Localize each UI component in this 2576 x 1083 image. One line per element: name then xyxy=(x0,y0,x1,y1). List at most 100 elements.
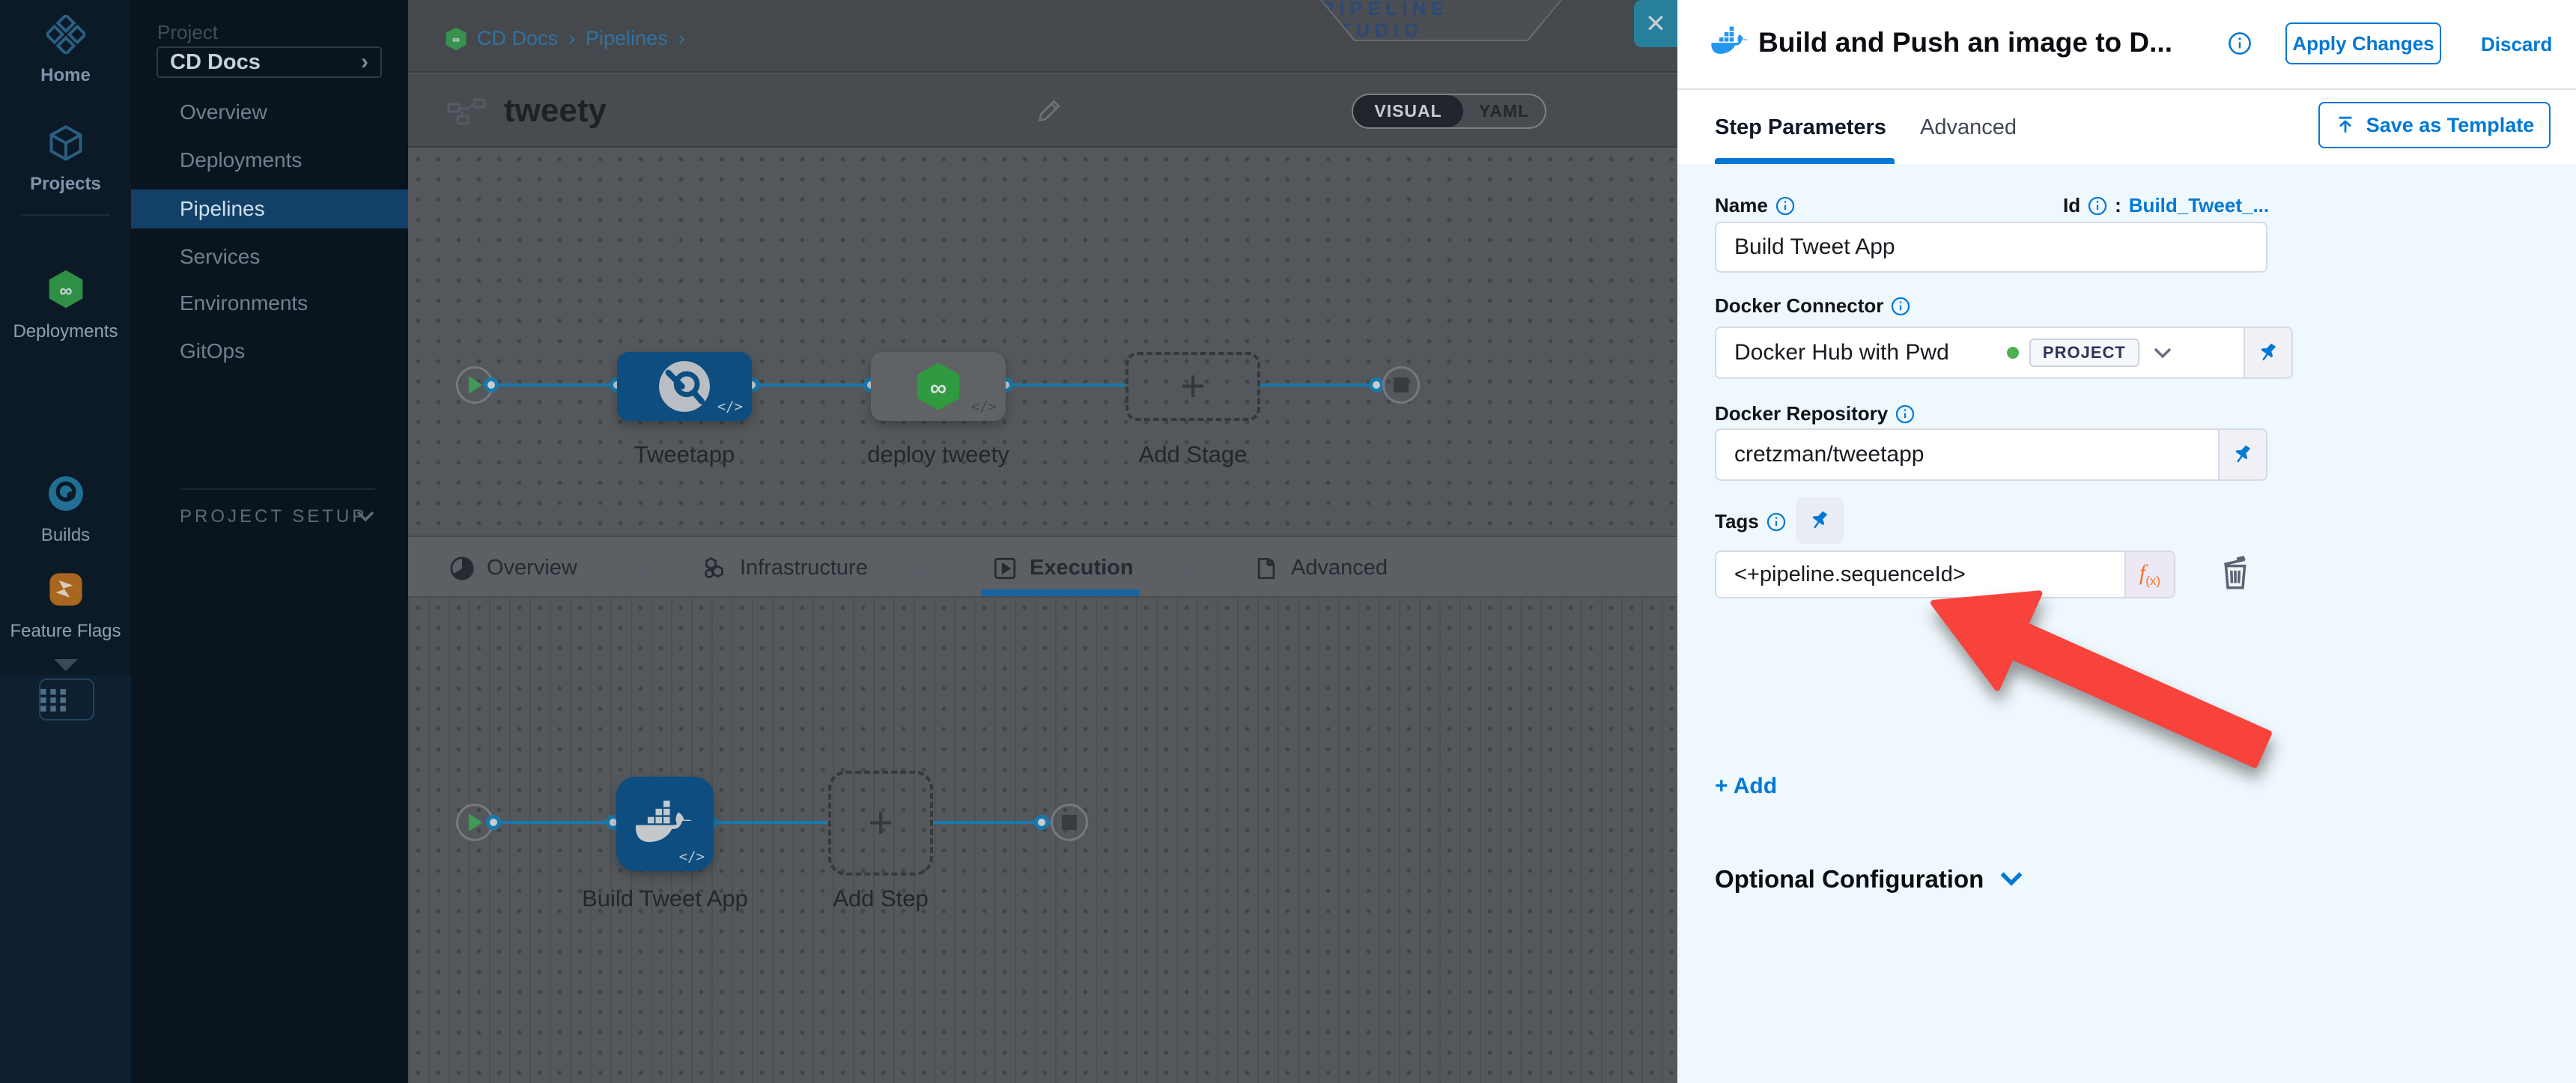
info-icon[interactable] xyxy=(2228,31,2252,59)
step-label[interactable]: Build Tweet App xyxy=(582,885,748,912)
project-setup-toggle[interactable]: PROJECT SETUP xyxy=(180,506,367,527)
upload-icon xyxy=(2335,115,2356,136)
pipeline-end-node[interactable] xyxy=(1382,366,1420,404)
toggle-visual[interactable]: VISUAL xyxy=(1353,95,1463,127)
sidebar-item-environments[interactable]: Environments xyxy=(131,284,408,323)
home-icon xyxy=(46,44,85,57)
sidebar-item-feature-flags[interactable]: Feature Flags xyxy=(0,569,131,642)
docker-icon xyxy=(1711,25,1750,62)
pipeline-studio-badge-label: PIPELINE STUDIO xyxy=(1322,0,1561,42)
svg-text:∞: ∞ xyxy=(59,281,72,301)
module-grid-button[interactable] xyxy=(39,679,94,721)
name-input[interactable] xyxy=(1734,234,2213,260)
tag-value-input[interactable] xyxy=(1716,562,2074,587)
stage-label[interactable]: Add Stage xyxy=(1139,441,1248,468)
yaml-snippet-glyph: </> xyxy=(971,398,997,415)
flag-icon xyxy=(46,600,86,613)
execution-end-node[interactable] xyxy=(1051,804,1088,841)
section-label: Optional Configuration xyxy=(1715,865,1984,894)
add-tag-button[interactable]: + Add xyxy=(1715,774,1777,799)
pipeline-graph-icon xyxy=(447,98,487,129)
sidebar-divider xyxy=(21,214,110,216)
info-icon[interactable] xyxy=(2088,196,2107,216)
sidebar-item-gitops[interactable]: GitOps xyxy=(131,332,408,371)
breadcrumb-link-project[interactable]: CD Docs xyxy=(477,27,558,50)
tags-label: Tags xyxy=(1715,510,1786,533)
stage-label[interactable]: Tweetapp xyxy=(634,441,735,468)
pipeline-name: tweety xyxy=(504,92,607,130)
pipeline-title-bar: tweety VISUAL YAML xyxy=(408,74,1677,148)
graph-edge xyxy=(1260,383,1383,386)
sidebar-item-home[interactable]: Home xyxy=(0,15,131,86)
discard-button[interactable]: Discard xyxy=(2481,33,2552,56)
execution-graph-canvas: </> + Build Tweet App Add Step xyxy=(408,598,1677,1083)
docker-connector-field[interactable]: Docker Hub with Pwd PROJECT xyxy=(1715,327,2293,379)
sidebar-item-pipelines[interactable]: Pipelines xyxy=(131,189,408,228)
stage-tab-strip: Overview › Infrastructure › Execution › … xyxy=(408,536,1677,598)
docker-repository-input[interactable] xyxy=(1716,442,2129,467)
chevron-right-icon: › xyxy=(361,49,368,75)
docker-connector-label: Docker Connector xyxy=(1715,294,1910,318)
stage-node-deploy-tweety[interactable]: ∞ </> xyxy=(871,352,1006,421)
repository-pin-button[interactable] xyxy=(2218,430,2266,479)
stage-graph-canvas: </> ∞ </> + Tweetapp deploy tweety Add S… xyxy=(408,149,1677,536)
chevron-right-icon: › xyxy=(917,553,926,585)
breadcrumb-separator: › xyxy=(568,27,575,50)
plus-icon: + xyxy=(1180,365,1206,408)
graph-edge xyxy=(752,383,871,386)
toggle-yaml[interactable]: YAML xyxy=(1463,95,1545,127)
connector-pin-button[interactable] xyxy=(2244,328,2291,377)
stage-label[interactable]: deploy tweety xyxy=(867,441,1009,468)
connector-status-dot xyxy=(2007,347,2019,359)
tab-advanced[interactable]: Advanced xyxy=(1920,115,2017,140)
tab-label: Execution xyxy=(1030,556,1134,580)
name-input-wrap xyxy=(1715,222,2267,273)
pin-icon xyxy=(1804,505,1835,536)
step-label[interactable]: Add Step xyxy=(833,885,929,912)
tab-step-parameters[interactable]: Step Parameters xyxy=(1715,115,1886,140)
sidebar-item-label: Projects xyxy=(0,174,131,195)
chevron-down-icon[interactable] xyxy=(2153,340,2172,365)
tab-overview[interactable]: Overview xyxy=(449,537,577,599)
apply-changes-button[interactable]: Apply Changes xyxy=(2285,22,2441,64)
sidebar-item-projects[interactable]: Projects xyxy=(0,124,131,195)
sidebar-item-builds[interactable]: Builds xyxy=(0,473,131,546)
chevron-right-icon: › xyxy=(637,553,645,585)
tab-advanced[interactable]: Advanced xyxy=(1254,537,1388,599)
add-step-node[interactable]: + xyxy=(828,771,933,876)
sidebar-item-deployments[interactable]: ∞ Deployments xyxy=(0,268,131,342)
edit-pipeline-icon[interactable] xyxy=(1035,97,1063,129)
step-config-drawer: Build and Push an image to D... Apply Ch… xyxy=(1677,0,2576,1083)
expression-fx-button[interactable]: f(x) xyxy=(2124,552,2174,597)
add-stage-node[interactable]: + xyxy=(1126,352,1260,421)
sidebar-item-overview[interactable]: Overview xyxy=(131,93,408,132)
info-icon[interactable] xyxy=(1895,404,1915,424)
stage-node-tweetapp[interactable]: </> xyxy=(617,352,752,421)
tags-pin-button[interactable] xyxy=(1796,497,1844,544)
breadcrumb-link-pipelines[interactable]: Pipelines xyxy=(586,27,668,50)
step-id: Id : Build_Tweet_... xyxy=(2063,194,2269,217)
delete-tag-button[interactable] xyxy=(2218,555,2253,596)
execution-icon xyxy=(992,556,1018,581)
overview-icon xyxy=(449,556,475,581)
optional-configuration-toggle[interactable]: Optional Configuration xyxy=(1715,865,2023,894)
info-icon[interactable] xyxy=(1767,512,1786,532)
selected-tab-underline xyxy=(1715,158,1895,164)
plus-icon: + xyxy=(868,801,893,845)
step-node-build-tweet-app[interactable]: </> xyxy=(616,777,714,871)
project-name: CD Docs xyxy=(170,50,261,75)
info-icon[interactable] xyxy=(1775,196,1795,216)
project-sidebar: Project CD Docs › Overview Deployments P… xyxy=(131,0,408,1083)
studio-header: ∞ CD Docs › Pipelines › PIPELINE STUDIO xyxy=(408,0,1677,73)
project-selector[interactable]: CD Docs › xyxy=(157,46,382,78)
info-icon[interactable] xyxy=(1891,297,1910,316)
collapse-modules-icon[interactable] xyxy=(54,659,78,675)
visual-yaml-toggle: VISUAL YAML xyxy=(1352,94,1546,129)
infrastructure-icon xyxy=(701,555,728,582)
tab-infrastructure[interactable]: Infrastructure xyxy=(701,537,868,599)
save-as-template-button[interactable]: Save as Template xyxy=(2318,102,2551,148)
id-value[interactable]: Build_Tweet_... xyxy=(2129,194,2269,217)
close-drawer-button[interactable]: ✕ xyxy=(1634,0,1677,47)
sidebar-item-services[interactable]: Services xyxy=(131,237,408,276)
sidebar-item-deployments[interactable]: Deployments xyxy=(131,141,408,180)
